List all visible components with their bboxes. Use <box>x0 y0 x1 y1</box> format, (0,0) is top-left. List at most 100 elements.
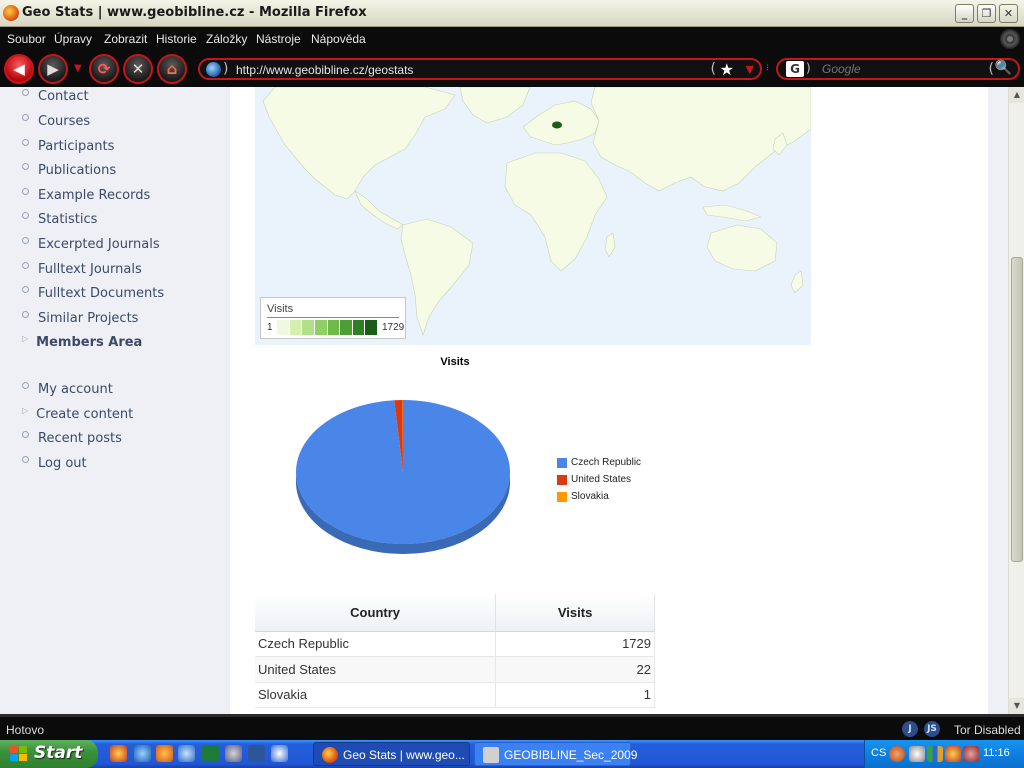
javascript-status-icon[interactable]: JS <box>924 721 940 737</box>
sidebar-item-label[interactable]: Courses <box>38 114 90 129</box>
task-label[interactable]: Geo Stats | www.geo... <box>343 748 465 762</box>
sidebar-item-label[interactable]: Excerpted Journals <box>38 237 160 252</box>
sidebar-item-members-area[interactable]: ▷ Members Area <box>22 334 142 350</box>
search-magnifier-icon[interactable]: 🔍 <box>995 60 1012 76</box>
sidebar-item-label[interactable]: Publications <box>38 163 116 178</box>
close-button[interactable]: ✕ <box>999 4 1018 23</box>
history-dropdown-icon[interactable]: ▼ <box>74 63 82 74</box>
quicklaunch-media-icon[interactable] <box>271 745 288 762</box>
reload-button[interactable]: ⟳ <box>89 54 119 84</box>
google-engine-icon[interactable]: G <box>786 61 804 77</box>
sidebar-item-label[interactable]: Fulltext Journals <box>38 262 142 277</box>
bookmark-star-icon[interactable]: ★ <box>720 60 734 79</box>
quicklaunch-excel-icon[interactable] <box>202 745 219 762</box>
geo-map[interactable]: Visits 1 1729 <box>255 87 811 345</box>
pie-slice-czech-republic[interactable] <box>296 400 511 544</box>
sidebar-item-my-account[interactable]: My account <box>22 382 113 397</box>
sidebar-item-label[interactable]: Statistics <box>38 212 97 227</box>
sidebar-item-recent-posts[interactable]: Recent posts <box>22 431 122 446</box>
quicklaunch-ie-icon[interactable] <box>134 745 151 762</box>
sidebar-item-courses[interactable]: Courses <box>22 114 90 129</box>
column-header-visits[interactable]: Visits <box>495 594 655 632</box>
table-row: Czech Republic 1729 <box>255 631 655 657</box>
sidebar-item-publications[interactable]: Publications <box>22 163 116 178</box>
sidebar-item-label[interactable]: Create content <box>36 407 133 422</box>
start-button[interactable]: Start <box>0 740 98 768</box>
scroll-up-arrow-icon[interactable]: ▲ <box>1009 87 1024 103</box>
menu-soubor[interactable]: Soubor <box>7 32 46 46</box>
minimize-button[interactable]: _ <box>955 4 974 23</box>
quicklaunch-firefox-icon[interactable] <box>156 745 173 762</box>
tray-chart-icon[interactable] <box>927 746 943 762</box>
sidebar-item-label[interactable]: Participants <box>38 139 114 154</box>
sidebar-item-log-out[interactable]: Log out <box>22 456 87 471</box>
scroll-down-arrow-icon[interactable]: ▼ <box>1009 698 1024 714</box>
table-row: Slovakia 1 <box>255 682 655 708</box>
menu-nastroje[interactable]: Nástroje <box>256 32 301 46</box>
site-identity-icon[interactable] <box>206 62 221 77</box>
scrollbar-thumb[interactable] <box>1011 257 1023 562</box>
sidebar-item-label[interactable]: Fulltext Documents <box>38 286 164 301</box>
sidebar-item-example-records[interactable]: Example Records <box>22 188 150 203</box>
sidebar-item-label[interactable]: Similar Projects <box>38 311 138 326</box>
url-bar[interactable]: ) http://www.geobibline.cz/geostats ( ★ … <box>198 58 762 80</box>
menu-historie[interactable]: Historie <box>156 32 197 46</box>
tray-app-icon[interactable] <box>945 746 961 762</box>
collapsed-triangle-icon: ▷ <box>22 334 29 343</box>
menu-zobrazit[interactable]: Zobrazit <box>104 32 147 46</box>
map-legend-min: 1 <box>267 322 273 333</box>
task-firefox-window[interactable]: Geo Stats | www.geo... <box>313 742 470 766</box>
url-dropdown-icon[interactable]: ▼ <box>746 63 754 76</box>
sidebar-item-fulltext-documents[interactable]: Fulltext Documents <box>22 286 164 301</box>
column-header-country[interactable]: Country <box>255 594 497 632</box>
menu-napoveda[interactable]: Nápověda <box>311 32 366 46</box>
legend-swatch <box>352 320 366 335</box>
sidebar-item-participants[interactable]: Participants <box>22 139 114 154</box>
sidebar-item-label[interactable]: Members Area <box>36 335 142 350</box>
task-label[interactable]: GEOBIBLINE_Sec_2009 <box>504 748 637 762</box>
vertical-scrollbar[interactable]: ▲ ▼ <box>1008 87 1024 714</box>
tray-arrow-icon[interactable] <box>889 746 905 762</box>
url-text[interactable]: http://www.geobibline.cz/geostats <box>236 63 413 77</box>
sidebar-item-label[interactable]: Example Records <box>38 188 150 203</box>
czech-republic-highlight[interactable] <box>552 121 562 129</box>
back-button[interactable]: ◀ <box>4 54 34 84</box>
sidebar-item-contact[interactable]: Contact <box>22 89 89 104</box>
java-status-icon[interactable]: J <box>902 721 918 737</box>
search-bar[interactable]: G ) ( 🔍 <box>776 58 1020 80</box>
table-cell-visits: 1 <box>495 682 655 708</box>
quicklaunch-tool-icon[interactable] <box>225 745 242 762</box>
sidebar-item-label[interactable]: Log out <box>38 456 87 471</box>
tray-network-icon[interactable] <box>909 746 925 762</box>
sidebar-item-create-content[interactable]: ▷ Create content <box>22 406 133 422</box>
sidebar-item-excerpted-journals[interactable]: Excerpted Journals <box>22 237 160 252</box>
visits-table: Country Visits Czech Republic 1729 Unite… <box>255 594 655 708</box>
sidebar-item-similar-projects[interactable]: Similar Projects <box>22 311 138 326</box>
sidebar-item-label[interactable]: My account <box>38 382 113 397</box>
language-indicator[interactable]: CS <box>871 747 886 759</box>
tor-status-button[interactable]: Tor Disabled <box>954 723 1021 737</box>
tray-security-icon[interactable] <box>963 746 979 762</box>
collapsed-triangle-icon: ▷ <box>22 406 29 415</box>
toolbar-splitter[interactable]: ⁝ <box>766 63 769 74</box>
maximize-button[interactable]: ❐ <box>977 4 996 23</box>
stop-button[interactable]: ✕ <box>123 54 153 84</box>
menu-bar: Soubor Úpravy Zobrazit Historie Záložky … <box>0 27 1024 51</box>
quicklaunch-word-icon[interactable] <box>248 745 265 762</box>
quicklaunch-outlook-icon[interactable] <box>178 745 195 762</box>
sidebar-item-label[interactable]: Contact <box>38 89 89 104</box>
windows-flag-icon <box>10 746 28 762</box>
pie-chart[interactable] <box>280 387 540 587</box>
sidebar-item-statistics[interactable]: Statistics <box>22 212 97 227</box>
task-pdf-window[interactable]: GEOBIBLINE_Sec_2009 <box>474 742 637 766</box>
sidebar-item-fulltext-journals[interactable]: Fulltext Journals <box>22 262 142 277</box>
start-label[interactable]: Start <box>34 743 82 763</box>
menu-zalozky[interactable]: Záložky <box>206 32 247 46</box>
quicklaunch-app-icon[interactable] <box>110 745 127 762</box>
search-input[interactable] <box>822 61 972 77</box>
window-title-bar[interactable]: Geo Stats | www.geobibline.cz - Mozilla … <box>0 0 1024 27</box>
sidebar-item-label[interactable]: Recent posts <box>38 431 122 446</box>
home-button[interactable]: ⌂ <box>157 54 187 84</box>
menu-upravy[interactable]: Úpravy <box>54 32 92 46</box>
forward-button[interactable]: ▶ <box>38 54 68 84</box>
